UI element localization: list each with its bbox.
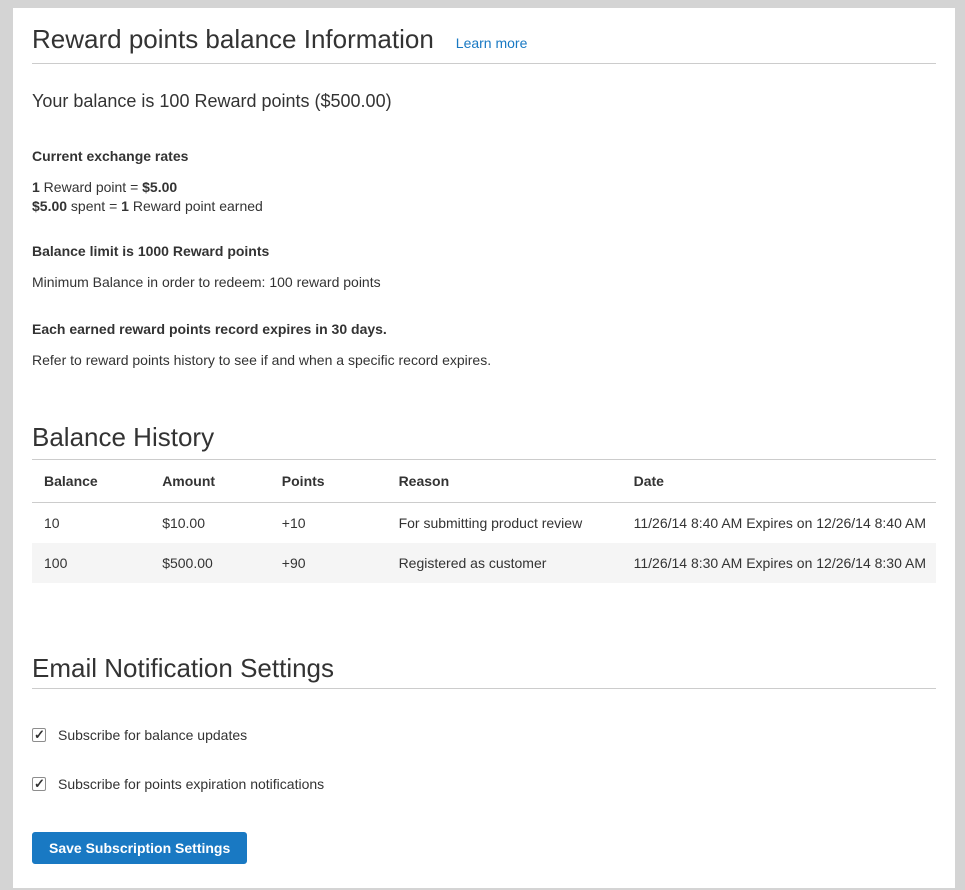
cell-date: 11/26/14 8:30 AM Expires on 12/26/14 8:3… <box>622 543 936 583</box>
save-subscription-settings-button[interactable]: Save Subscription Settings <box>32 832 247 864</box>
subscribe-expiration-notifications-checkbox[interactable] <box>32 777 46 791</box>
cell-reason: For submitting product review <box>387 503 622 544</box>
cell-balance: 100 <box>32 543 150 583</box>
expiration-note: Refer to reward points history to see if… <box>32 352 936 368</box>
subscribe-balance-updates-label[interactable]: Subscribe for balance updates <box>58 727 247 743</box>
exchange-line-text: spent = <box>67 198 121 214</box>
exchange-rates-heading: Current exchange rates <box>32 148 936 164</box>
page-title: Reward points balance Information <box>32 22 434 56</box>
cell-points: +10 <box>270 503 387 544</box>
exchange-points-value: 1 <box>121 198 129 214</box>
exchange-rate-line-2: $5.00 spent = 1 Reward point earned <box>32 197 936 216</box>
minimum-balance-text: Minimum Balance in order to redeem: 100 … <box>32 274 936 290</box>
exchange-currency-value: $5.00 <box>32 198 67 214</box>
column-header-balance: Balance <box>32 460 150 503</box>
balance-summary: Your balance is 100 Reward points ($500.… <box>32 92 936 110</box>
cell-balance: 10 <box>32 503 150 544</box>
exchange-points-value: 1 <box>32 179 40 195</box>
balance-history-title: Balance History <box>32 420 936 454</box>
cell-amount: $500.00 <box>150 543 270 583</box>
email-notification-settings-title: Email Notification Settings <box>32 651 936 685</box>
exchange-rate-line-1: 1 Reward point = $5.00 <box>32 178 936 197</box>
balance-history-table: Balance Amount Points Reason Date 10 $10… <box>32 459 936 583</box>
table-row: 100 $500.00 +90 Registered as customer 1… <box>32 543 936 583</box>
header-divider <box>32 63 936 64</box>
column-header-amount: Amount <box>150 460 270 503</box>
balance-limit-text: Balance limit is 1000 Reward points <box>32 243 936 259</box>
email-settings-divider <box>32 688 936 689</box>
learn-more-link[interactable]: Learn more <box>456 35 528 51</box>
subscribe-expiration-notifications-row: Subscribe for points expiration notifica… <box>32 776 936 792</box>
cell-amount: $10.00 <box>150 503 270 544</box>
cell-date: 11/26/14 8:40 AM Expires on 12/26/14 8:4… <box>622 503 936 544</box>
exchange-rates: 1 Reward point = $5.00 $5.00 spent = 1 R… <box>32 178 936 216</box>
table-row: 10 $10.00 +10 For submitting product rev… <box>32 503 936 544</box>
expiration-heading: Each earned reward points record expires… <box>32 321 936 337</box>
subscribe-balance-updates-checkbox[interactable] <box>32 728 46 742</box>
page-header: Reward points balance Information Learn … <box>32 22 936 56</box>
column-header-date: Date <box>622 460 936 503</box>
cell-points: +90 <box>270 543 387 583</box>
column-header-reason: Reason <box>387 460 622 503</box>
table-header-row: Balance Amount Points Reason Date <box>32 460 936 503</box>
cell-reason: Registered as customer <box>387 543 622 583</box>
reward-points-panel: Reward points balance Information Learn … <box>13 8 955 888</box>
exchange-line-text: Reward point earned <box>129 198 263 214</box>
subscribe-expiration-notifications-label[interactable]: Subscribe for points expiration notifica… <box>58 776 324 792</box>
exchange-line-text: Reward point = <box>40 179 142 195</box>
exchange-currency-value: $5.00 <box>142 179 177 195</box>
subscribe-balance-updates-row: Subscribe for balance updates <box>32 727 936 743</box>
column-header-points: Points <box>270 460 387 503</box>
